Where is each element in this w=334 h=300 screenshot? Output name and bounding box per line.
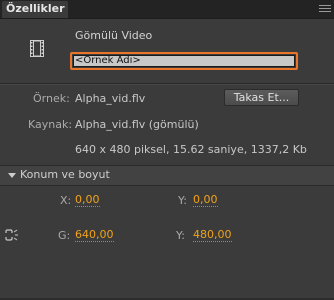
width-value[interactable]: 640,00: [75, 229, 114, 242]
instance-name-field[interactable]: [70, 52, 298, 70]
panel-tabbar: Özellikler: [0, 0, 334, 19]
width-label: G:: [58, 229, 71, 242]
y-value[interactable]: 0,00: [193, 194, 218, 207]
tab-properties[interactable]: Özellikler: [2, 1, 68, 18]
swap-button[interactable]: Takas Et...: [224, 89, 299, 106]
chain-link-icon[interactable]: [5, 229, 19, 241]
film-strip-icon: [30, 40, 44, 57]
height-label: Y:: [176, 229, 185, 242]
section-title: Konum ve boyut: [20, 168, 110, 181]
source-label: Kaynak:: [28, 118, 73, 131]
divider: [0, 84, 334, 85]
source-details: 640 x 480 piksel, 15.62 saniye, 1337,2 K…: [75, 143, 307, 156]
tab-properties-label: Özellikler: [6, 2, 65, 15]
panel-menu-icon[interactable]: [319, 5, 331, 13]
source-value: Alpha_vid.flv (gömülü): [75, 118, 199, 131]
instance-name-input[interactable]: [75, 55, 285, 66]
section-header-position-size[interactable]: Konum ve boyut: [0, 165, 334, 186]
disclosure-triangle-icon: [8, 173, 16, 178]
y-label: Y:: [178, 194, 187, 207]
height-value[interactable]: 480,00: [193, 229, 232, 242]
instance-label: Örnek:: [33, 92, 70, 105]
x-label: X:: [60, 194, 72, 207]
symbol-type-label: Gömülü Video: [75, 29, 153, 42]
instance-value: Alpha_vid.flv: [75, 92, 146, 105]
x-value[interactable]: 0,00: [75, 194, 100, 207]
